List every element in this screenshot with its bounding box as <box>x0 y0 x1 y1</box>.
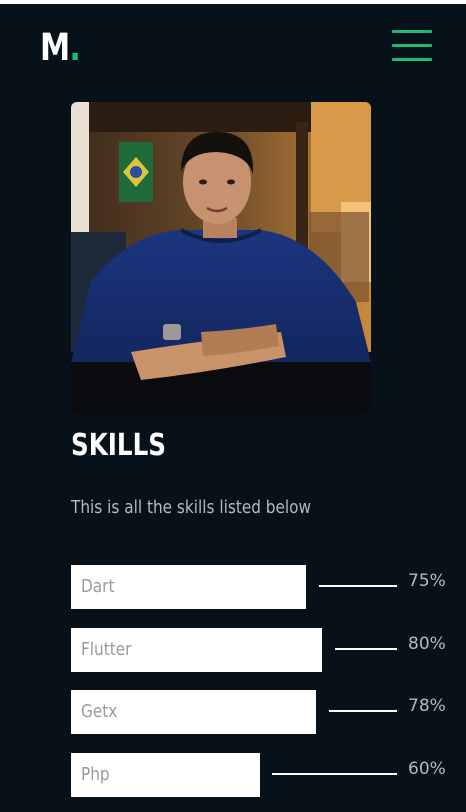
skill-row-dart: Dart 75% <box>71 565 466 609</box>
skills-title: SKILLS <box>71 428 167 463</box>
portfolio-screen: M. SKILLS This is all the skills listed … <box>0 4 466 812</box>
skill-line <box>335 648 397 650</box>
skill-box: Php <box>71 753 260 797</box>
hamburger-menu-icon[interactable] <box>390 28 434 64</box>
skill-percent: 78% <box>408 696 446 716</box>
skill-row-flutter: Flutter 80% <box>71 628 466 672</box>
skill-percent: 80% <box>408 634 446 654</box>
logo-dot: . <box>69 26 81 69</box>
logo-letter: M <box>40 26 70 69</box>
skill-percent: 75% <box>408 571 446 591</box>
skill-row-php: Php 60% <box>71 753 466 797</box>
site-logo[interactable]: M. <box>40 26 81 69</box>
menu-bar-top <box>392 30 432 33</box>
skill-percent: 60% <box>408 759 446 779</box>
skills-subtitle: This is all the skills listed below <box>71 497 312 518</box>
skill-box: Dart <box>71 565 306 609</box>
menu-bar-middle <box>392 44 432 47</box>
skill-name: Dart <box>81 576 115 597</box>
skill-row-getx: Getx 78% <box>71 690 466 734</box>
skill-line <box>319 585 397 587</box>
skill-box: Getx <box>71 690 316 734</box>
portrait-photo <box>71 102 371 415</box>
skill-name: Php <box>81 764 110 785</box>
skill-line <box>272 773 397 775</box>
skill-name: Getx <box>81 701 118 722</box>
skill-box: Flutter <box>71 628 322 672</box>
skill-line <box>329 710 397 712</box>
menu-bar-bottom <box>392 58 432 61</box>
skill-name: Flutter <box>81 639 132 660</box>
